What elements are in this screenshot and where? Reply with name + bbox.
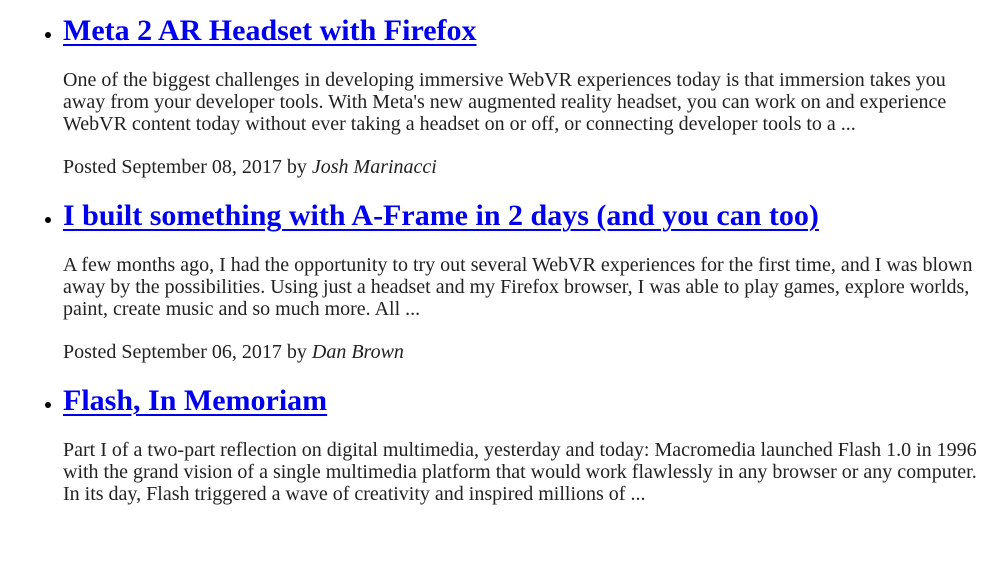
post-meta: Posted September 06, 2017 by Dan Brown [63, 341, 988, 363]
post-excerpt: Part I of a two-part reflection on digit… [63, 439, 977, 505]
post-excerpt: One of the biggest challenges in develop… [63, 69, 947, 135]
post-title-link[interactable]: I built something with A-Frame in 2 days… [63, 199, 819, 232]
post-author: Josh Marinacci [311, 156, 437, 178]
post-title-link[interactable]: Flash, In Memoriam [63, 384, 327, 417]
post-title: Flash, In Memoriam [63, 383, 988, 419]
post-excerpt: A few months ago, I had the opportunity … [63, 254, 973, 320]
post-author: Dan Brown [311, 341, 404, 363]
posted-date: Posted September 06, 2017 by [63, 341, 307, 363]
post-item: Meta 2 AR Headset with Firefox One of th… [63, 13, 988, 178]
post-item: I built something with A-Frame in 2 days… [63, 198, 988, 363]
post-list: Meta 2 AR Headset with Firefox One of th… [0, 13, 988, 505]
post-title: I built something with A-Frame in 2 days… [63, 198, 988, 234]
post-title-link[interactable]: Meta 2 AR Headset with Firefox [63, 14, 477, 47]
post-meta: Posted September 08, 2017 by Josh Marina… [63, 156, 988, 178]
posted-date: Posted September 08, 2017 by [63, 156, 307, 178]
post-title: Meta 2 AR Headset with Firefox [63, 13, 988, 49]
post-item: Flash, In Memoriam Part I of a two-part … [63, 383, 988, 505]
